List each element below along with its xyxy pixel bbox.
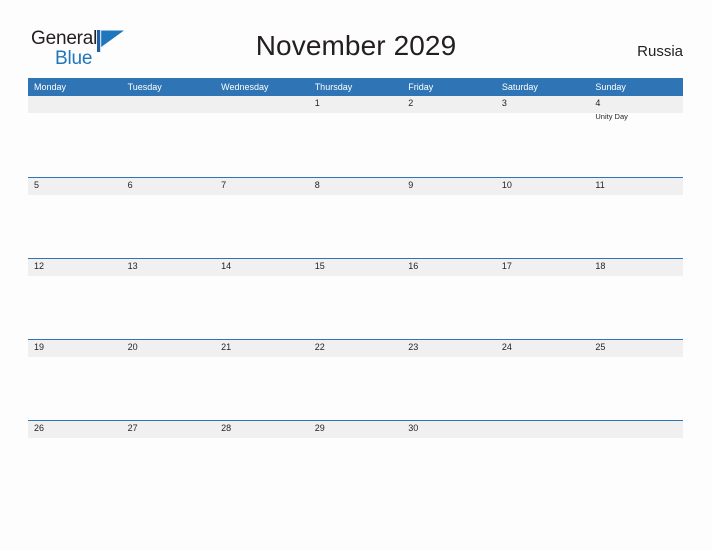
day-cell-24[interactable]: 24 xyxy=(496,340,590,421)
day-number: 15 xyxy=(314,261,325,271)
day-cell-27[interactable]: 27 xyxy=(122,421,216,502)
week-day-cells: 5 6 7 8 9 10 11 xyxy=(28,178,683,259)
day-cell-28[interactable]: 28 xyxy=(215,421,309,502)
weekday-header-sunday: Sunday xyxy=(595,82,626,92)
day-cell-26[interactable]: 26 xyxy=(28,421,122,502)
day-cell-23[interactable]: 23 xyxy=(402,340,496,421)
day-number: 18 xyxy=(595,261,606,271)
day-number: 4 xyxy=(595,98,601,108)
day-cell-9[interactable]: 9 xyxy=(402,178,496,259)
day-number: 20 xyxy=(127,342,138,352)
day-number: 26 xyxy=(34,423,45,433)
day-cell-8[interactable]: 8 xyxy=(309,178,403,259)
day-number: 1 xyxy=(314,98,320,108)
day-cell-11[interactable]: 11 xyxy=(589,178,683,259)
day-cell-30[interactable]: 30 xyxy=(402,421,496,502)
day-cell-21[interactable]: 21 xyxy=(215,340,309,421)
day-cell-12[interactable]: 12 xyxy=(28,259,122,340)
weekday-header-saturday: Saturday xyxy=(501,82,538,92)
day-number: 9 xyxy=(408,180,414,190)
day-number: 7 xyxy=(221,180,227,190)
day-number: 25 xyxy=(595,342,606,352)
weekday-header-tuesday: Tuesday xyxy=(127,82,162,92)
day-number: 19 xyxy=(34,342,45,352)
day-number: 28 xyxy=(221,423,232,433)
calendar-weeks: 1 2 3 4 Unity Day 5 6 7 8 9 10 11 12 13 14 15 16 17 18 19 20… xyxy=(28,96,683,501)
day-number: 22 xyxy=(314,342,325,352)
day-cell-7[interactable]: 7 xyxy=(215,178,309,259)
week-day-cells: 1 2 3 4 Unity Day xyxy=(28,96,683,177)
week-day-cells: 19 20 21 22 23 24 25 xyxy=(28,340,683,421)
day-number: 16 xyxy=(408,261,419,271)
page-title: November 2029 xyxy=(255,30,457,61)
day-number: 3 xyxy=(501,98,507,108)
calendar-page: General Blue November 2029 Russia Monday… xyxy=(0,0,712,550)
day-cell-20[interactable]: 20 xyxy=(122,340,216,421)
day-number: 29 xyxy=(314,423,325,433)
weekday-header-wednesday: Wednesday xyxy=(221,82,269,92)
country-label: Russia xyxy=(637,43,683,60)
calendar-week-row: 1 2 3 4 Unity Day xyxy=(28,96,683,177)
day-cell-19[interactable]: 19 xyxy=(28,340,122,421)
day-cell-25[interactable]: 25 xyxy=(589,340,683,421)
day-cell-2[interactable]: 2 xyxy=(402,96,496,177)
page-header: General Blue November 2029 Russia xyxy=(0,0,712,76)
day-number: 8 xyxy=(314,180,320,190)
day-cell-14[interactable]: 14 xyxy=(215,259,309,340)
day-number: 21 xyxy=(221,342,232,352)
day-cell-18[interactable]: 18 xyxy=(589,259,683,340)
day-number: 5 xyxy=(34,180,40,190)
day-number: 11 xyxy=(595,180,605,190)
day-cell-1[interactable]: 1 xyxy=(309,96,403,177)
day-number: 2 xyxy=(408,98,414,108)
day-cell-3[interactable]: 3 xyxy=(496,96,590,177)
calendar-week-row: 26 27 28 29 30 xyxy=(28,420,683,501)
day-number: 30 xyxy=(408,423,419,433)
day-cell-4[interactable]: 4 Unity Day xyxy=(589,96,683,177)
calendar-week-row: 5 6 7 8 9 10 11 xyxy=(28,177,683,258)
calendar-grid: Monday Tuesday Wednesday Thursday Friday Satu… xyxy=(28,78,683,501)
day-cell-29[interactable]: 29 xyxy=(309,421,403,502)
holiday-label: Unity Day xyxy=(595,112,628,121)
day-cell-empty xyxy=(122,96,216,177)
week-day-cells: 26 27 28 29 30 xyxy=(28,421,683,502)
day-cell-empty xyxy=(215,96,309,177)
day-number: 13 xyxy=(127,261,138,271)
day-cell-13[interactable]: 13 xyxy=(122,259,216,340)
weekday-header-monday: Monday xyxy=(34,82,67,92)
calendar-week-row: 12 13 14 15 16 17 18 xyxy=(28,258,683,339)
day-number: 6 xyxy=(127,180,133,190)
day-cell-empty xyxy=(28,96,122,177)
weekday-header-thursday: Thursday xyxy=(314,82,353,92)
day-number: 24 xyxy=(501,342,512,352)
day-cell-16[interactable]: 16 xyxy=(402,259,496,340)
day-cell-10[interactable]: 10 xyxy=(496,178,590,259)
week-day-cells: 12 13 14 15 16 17 18 xyxy=(28,259,683,340)
day-number: 10 xyxy=(501,180,512,190)
day-number: 14 xyxy=(221,261,232,271)
weekday-header-friday: Friday xyxy=(408,82,434,92)
day-cell-22[interactable]: 22 xyxy=(309,340,403,421)
calendar-week-row: 19 20 21 22 23 24 25 xyxy=(28,339,683,420)
day-cell-6[interactable]: 6 xyxy=(122,178,216,259)
day-cell-15[interactable]: 15 xyxy=(309,259,403,340)
day-cell-empty xyxy=(496,421,590,502)
day-number: 23 xyxy=(408,342,419,352)
day-number: 17 xyxy=(501,261,512,271)
day-cell-17[interactable]: 17 xyxy=(496,259,590,340)
day-number: 12 xyxy=(34,261,45,271)
weekday-header-row: Monday Tuesday Wednesday Thursday Friday Satu… xyxy=(28,78,683,96)
day-cell-5[interactable]: 5 xyxy=(28,178,122,259)
day-number: 27 xyxy=(127,423,138,433)
day-cell-empty xyxy=(589,421,683,502)
